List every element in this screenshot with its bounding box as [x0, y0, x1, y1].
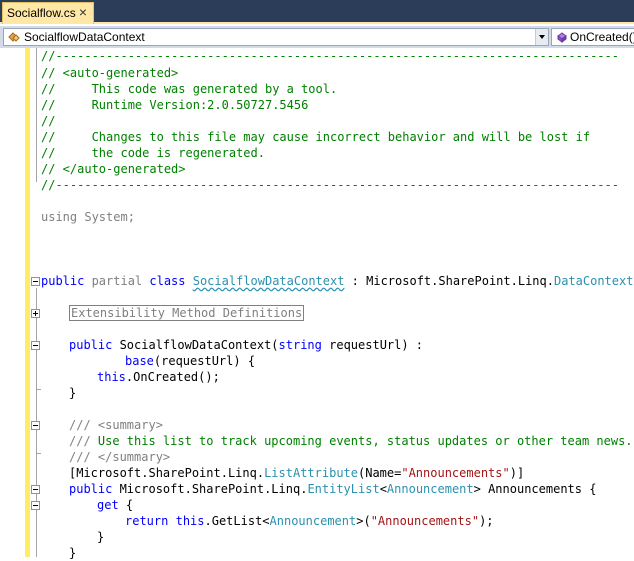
- kw-public: public: [69, 482, 113, 496]
- getter-declaration: get {: [97, 498, 134, 512]
- outline-end-constructor: [36, 389, 41, 390]
- doc-comment-3: /// </summary>: [69, 450, 171, 464]
- oncreated-invocation: .OnCreated();: [125, 370, 220, 384]
- outline-end-doc-comment: [36, 453, 41, 454]
- getlist-type: Announcement: [269, 514, 357, 528]
- doc-comment-1: /// <summary>: [69, 418, 163, 432]
- using-directive: using System;: [41, 209, 135, 225]
- property-close-brace: }: [69, 546, 77, 560]
- collapsed-region[interactable]: Extensibility Method Definitions: [69, 305, 305, 321]
- using-keyword: using: [41, 210, 78, 224]
- close-icon[interactable]: ×: [79, 4, 87, 20]
- type-dropdown[interactable]: SocialflowDataContext: [3, 28, 549, 46]
- attribute-string: "Announcements": [401, 466, 510, 480]
- tab-title: Socialflow.cs: [7, 6, 76, 20]
- return-statement: return this.GetList<Announcement>("Annou…: [125, 514, 494, 528]
- code-line-9: //--------------------------------------…: [41, 178, 619, 192]
- kw-string: string: [278, 338, 322, 352]
- announcement-type: Announcement: [386, 482, 474, 496]
- indicator-margin: [0, 48, 24, 557]
- code-line-3: // This code was generated by a tool.: [41, 82, 338, 96]
- method-icon: [557, 32, 567, 43]
- chevron-down-icon[interactable]: [535, 29, 548, 45]
- type-dropdown-value: SocialflowDataContext: [24, 30, 145, 44]
- code-editor[interactable]: //--------------------------------------…: [0, 48, 634, 560]
- tab-socialflow-cs[interactable]: Socialflow.cs ×: [2, 2, 94, 24]
- collapse-class-toggle[interactable]: [31, 277, 40, 286]
- ctor-params: requestUrl) :: [321, 338, 424, 352]
- base-args: (requestUrl) {: [153, 354, 256, 368]
- member-dropdown-value: OnCreated(): [570, 30, 634, 44]
- kw-this: this: [97, 370, 126, 384]
- code-line-5: //: [41, 114, 56, 128]
- class-icon: [8, 32, 20, 42]
- document-tab-strip: Socialflow.cs ×: [0, 0, 634, 24]
- code-line-8: // </auto-generated>: [41, 162, 186, 176]
- kw-return: return: [125, 514, 169, 528]
- kw-partial: partial: [84, 274, 143, 288]
- code-line-2: // <auto-generated>: [41, 66, 179, 80]
- code-line-4: // Runtime Version:2.0.50727.5456: [41, 98, 309, 112]
- doc-comment-2: /// Use this list to track upcoming even…: [69, 434, 633, 448]
- expand-region-toggle[interactable]: [31, 309, 40, 318]
- class-name[interactable]: SocialflowDataContext: [193, 274, 345, 288]
- member-dropdown[interactable]: OnCreated(): [551, 28, 634, 46]
- using-namespace: System;: [77, 210, 135, 224]
- outline-guide-header: [36, 48, 37, 182]
- collapse-constructor-toggle[interactable]: [31, 341, 40, 350]
- attribute-type: ListAttribute: [264, 466, 358, 480]
- class-declaration: public partial class SocialflowDataConte…: [41, 273, 634, 289]
- region-label[interactable]: Extensibility Method Definitions: [69, 305, 305, 321]
- getlist-string: "Announcements": [370, 514, 480, 528]
- code-line-7: // the code is regenerated.: [41, 146, 265, 160]
- ctor-name: SocialflowDataContext(: [112, 338, 279, 352]
- getter-close-brace: }: [97, 530, 105, 544]
- navigation-bar: SocialflowDataContext OnCreated(): [0, 26, 634, 48]
- oncreated-call: this.OnCreated();: [97, 369, 220, 385]
- ctor-close-brace: }: [69, 386, 77, 400]
- list-attribute: [Microsoft.SharePoint.Linq.ListAttribute…: [69, 466, 525, 480]
- change-tracking-bar: [25, 48, 30, 557]
- kw-public: public: [41, 274, 85, 288]
- code-line-1: //--------------------------------------…: [41, 49, 619, 63]
- kw-class: class: [142, 274, 193, 288]
- collapse-getter-toggle[interactable]: [31, 501, 40, 510]
- base-call: base(requestUrl) {: [125, 353, 255, 369]
- entitylist-type: EntityList: [307, 482, 380, 496]
- kw-public: public: [69, 338, 113, 352]
- kw-get: get: [97, 498, 119, 512]
- property-declaration: public Microsoft.SharePoint.Linq.EntityL…: [69, 482, 597, 496]
- constructor-signature: public SocialflowDataContext(string requ…: [69, 337, 423, 353]
- kw-this: this: [175, 514, 205, 528]
- code-line-6: // Changes to this file may cause incorr…: [41, 130, 591, 144]
- class-base-type: DataContext: [553, 274, 634, 288]
- collapse-doc-comment-toggle[interactable]: [31, 421, 40, 430]
- kw-base: base: [125, 354, 154, 368]
- class-base-namespace: : Microsoft.SharePoint.Linq.: [344, 274, 554, 288]
- collapse-property-toggle[interactable]: [31, 485, 40, 494]
